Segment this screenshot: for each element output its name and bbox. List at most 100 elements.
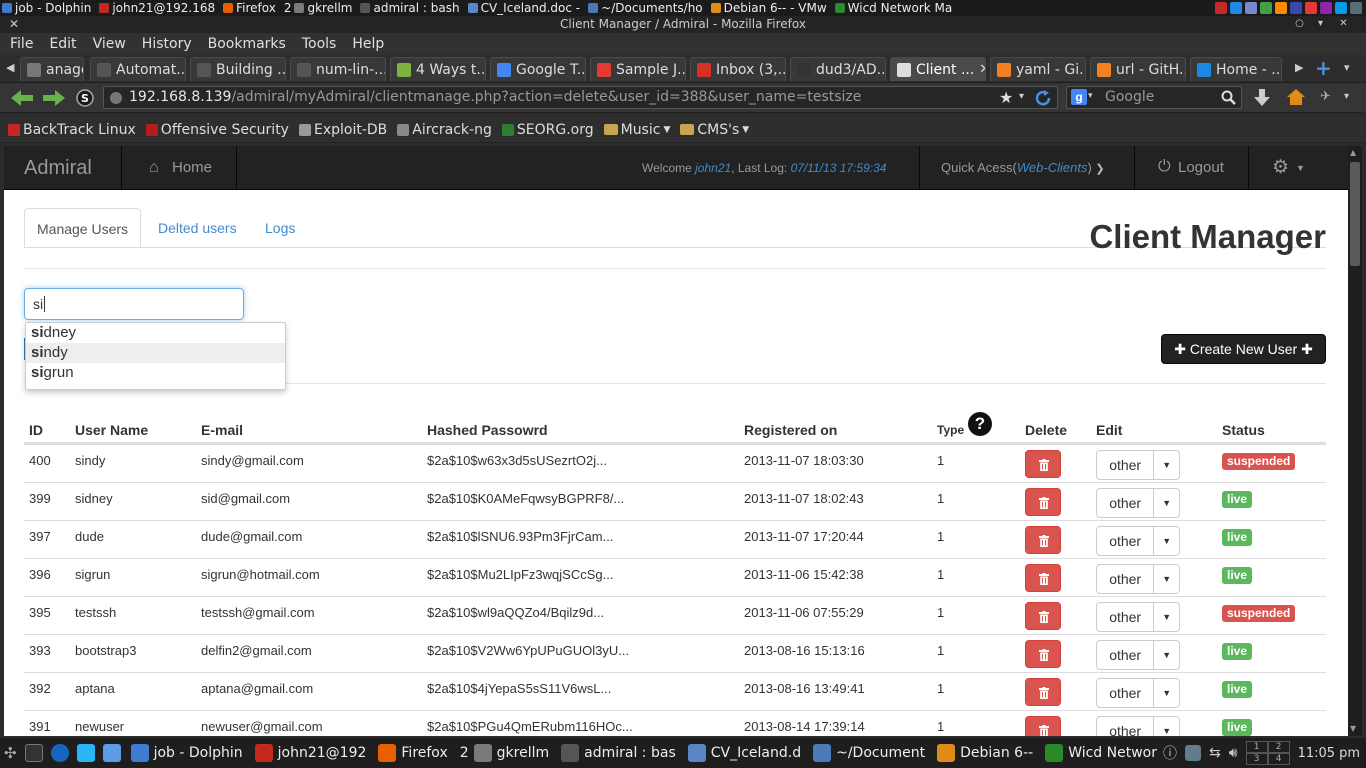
window-close-button[interactable]: ✕ — [1337, 17, 1350, 30]
panel-task[interactable]: CV_Iceland.doc - — [466, 0, 587, 16]
caret-down-icon[interactable]: ▼ — [1154, 451, 1179, 479]
url-bar[interactable]: 192.168.8.139/admiral/myAdmiral/clientma… — [103, 86, 1058, 109]
terminal-icon[interactable] — [24, 744, 43, 762]
caret-down-icon[interactable]: ▼ — [1154, 641, 1179, 669]
tab-logs[interactable]: Logs — [253, 208, 307, 248]
autocomplete-item[interactable]: sindy — [26, 343, 285, 363]
search-icon[interactable] — [1221, 90, 1237, 106]
bookmark-item[interactable]: SEORG.org — [501, 122, 594, 138]
tab-manage-users[interactable]: Manage Users — [24, 208, 142, 248]
window-restore-button[interactable]: ○ — [1293, 17, 1306, 30]
taskbar-task[interactable]: Debian 6-- — [931, 738, 1039, 768]
delete-button[interactable] — [1025, 450, 1061, 478]
tab-scroll-left-icon[interactable]: ◀ — [6, 61, 14, 74]
brand[interactable]: Admiral — [24, 146, 92, 190]
scrollbar-thumb[interactable] — [1350, 162, 1360, 266]
edit-other-button[interactable]: other — [1097, 717, 1155, 736]
taskbar-task[interactable]: admiral : bas — [555, 738, 682, 768]
bookmark-item[interactable]: Exploit-DB — [298, 122, 387, 138]
quick-access-dropdown[interactable]: Quick Acess(Web-Clients) ❯ — [941, 146, 1105, 191]
edit-other-button[interactable]: other — [1097, 489, 1155, 517]
menu-edit[interactable]: Edit — [49, 36, 76, 52]
user-search-input[interactable]: si — [24, 288, 244, 320]
caret-down-icon[interactable]: ▼ — [1154, 565, 1179, 593]
browser-tab[interactable]: url - GitH... — [1090, 57, 1186, 81]
search-engine-icon[interactable]: g — [1071, 89, 1087, 105]
browser-tab[interactable]: 4 Ways t... — [390, 57, 486, 81]
taskbar-task[interactable]: CV_Iceland.d — [682, 738, 807, 768]
app-menu-icon[interactable]: ✣ — [0, 744, 21, 762]
menu-help[interactable]: Help — [352, 36, 384, 52]
gear-icon[interactable]: ⚙ — [1272, 156, 1289, 179]
home-icon[interactable]: ⌂ — [149, 159, 159, 177]
site-identity-icon[interactable]: S — [75, 88, 95, 108]
edit-other-button[interactable]: other — [1097, 679, 1155, 707]
settings-icon[interactable] — [76, 744, 95, 762]
panel-task[interactable]: john21@192.168 — [97, 0, 221, 16]
tab-close-icon[interactable]: ✕ — [979, 62, 985, 77]
panel-task[interactable]: Firefox — [221, 0, 282, 16]
tray-icon[interactable] — [1215, 2, 1227, 14]
toolbar-menu-icon[interactable]: ▾ — [1344, 91, 1349, 102]
window-close-icon[interactable]: ✕ — [9, 16, 19, 33]
logout-link[interactable]: Logout — [1178, 146, 1224, 190]
scroll-up-icon[interactable]: ▲ — [1350, 148, 1356, 157]
dolphin-icon[interactable] — [102, 744, 121, 762]
bookmark-item[interactable]: Aircrack-ng — [397, 122, 492, 138]
tray-icon[interactable] — [1275, 2, 1287, 14]
window-menu-button[interactable]: ▾ — [1314, 17, 1327, 30]
reload-icon[interactable] — [1034, 89, 1052, 107]
desktop-pager[interactable]: 1 2 3 4 — [1245, 741, 1290, 765]
tray-icon[interactable] — [1305, 2, 1317, 14]
volume-icon[interactable]: 🔊︎ — [1229, 745, 1238, 761]
bookmark-folder[interactable]: CMS's ▼ — [680, 122, 749, 138]
search-engine-dropdown-icon[interactable]: ▾ — [1088, 91, 1093, 101]
edit-other-button[interactable]: other — [1097, 527, 1155, 555]
browser-tab[interactable]: Sample J... — [590, 57, 686, 81]
menu-history[interactable]: History — [142, 36, 192, 52]
autocomplete-item[interactable]: sidney — [26, 323, 285, 343]
browser-tab[interactable]: Home - ... — [1190, 57, 1282, 81]
tray-icon[interactable] — [1350, 2, 1362, 14]
browser-tab[interactable]: Automat... — [90, 57, 186, 81]
tab-list-icon[interactable]: ▾ — [1344, 61, 1350, 74]
info-icon[interactable]: ⓘ — [1163, 743, 1177, 763]
panel-task[interactable]: admiral : bash — [358, 0, 465, 16]
delete-button[interactable] — [1025, 640, 1061, 668]
caret-down-icon[interactable]: ▼ — [1154, 603, 1179, 631]
caret-down-icon[interactable]: ▼ — [1154, 679, 1179, 707]
caret-down-icon[interactable]: ▼ — [1296, 163, 1305, 173]
scroll-down-icon[interactable]: ▼ — [1350, 724, 1356, 733]
caret-down-icon[interactable]: ▼ — [1154, 527, 1179, 555]
usb-icon[interactable]: ⇆ — [1209, 745, 1221, 761]
addon-icon[interactable]: ✈ — [1320, 89, 1331, 104]
new-tab-icon[interactable]: + — [1315, 56, 1332, 80]
clipboard-icon[interactable] — [1185, 745, 1201, 761]
browser-tab[interactable]: Google T... — [490, 57, 586, 81]
browser-tab[interactable]: Client ... ✕ — [890, 57, 986, 81]
edit-other-button[interactable]: other — [1097, 565, 1155, 593]
nav-home[interactable]: Home — [172, 146, 212, 190]
panel-task[interactable]: job - Dolphin — [0, 0, 97, 16]
panel-task[interactable]: Debian 6-- - VMw — [709, 0, 833, 16]
taskbar-task[interactable]: job - Dolphin — [125, 738, 249, 768]
forward-icon[interactable] — [41, 88, 67, 108]
delete-button[interactable] — [1025, 526, 1061, 554]
panel-task[interactable]: 2 gkrellm — [282, 0, 359, 16]
launcher-icon[interactable] — [50, 744, 69, 762]
menu-file[interactable]: File — [10, 36, 33, 52]
tab-scroll-right-icon[interactable]: ▶ — [1295, 61, 1303, 74]
browser-tab[interactable]: anage... — [20, 57, 84, 81]
back-icon[interactable] — [9, 88, 35, 108]
taskbar-task[interactable]: 2 gkrellm — [454, 738, 555, 768]
delete-button[interactable] — [1025, 716, 1061, 736]
menu-tools[interactable]: Tools — [302, 36, 337, 52]
browser-tab[interactable]: Inbox (3,... — [690, 57, 786, 81]
bookmark-item[interactable]: BackTrack Linux — [8, 122, 136, 138]
bookmark-item[interactable]: Offensive Security — [145, 122, 289, 138]
bookmark-star-icon[interactable]: ★ — [999, 88, 1013, 107]
autocomplete-item[interactable]: sigrun — [26, 363, 285, 383]
tray-icon[interactable] — [1260, 2, 1272, 14]
tab-deleted-users[interactable]: Delted users — [146, 208, 249, 248]
browser-tab[interactable]: num-lin-... — [290, 57, 386, 81]
